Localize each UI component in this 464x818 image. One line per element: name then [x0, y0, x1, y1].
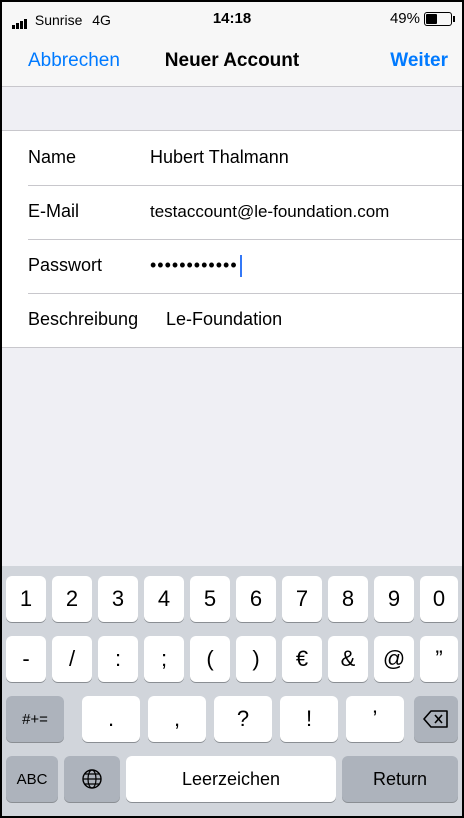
- phone-screen: Sunrise 4G 14:18 49% Abbrechen Neuer Acc…: [0, 0, 464, 818]
- return-key[interactable]: Return: [342, 756, 458, 802]
- key[interactable]: €: [282, 636, 322, 682]
- account-form: Name Hubert Thalmann E-Mail testaccount@…: [2, 130, 462, 348]
- key[interactable]: :: [98, 636, 138, 682]
- key[interactable]: /: [52, 636, 92, 682]
- key[interactable]: ?: [214, 696, 272, 742]
- battery-percent: 49%: [389, 10, 420, 27]
- space-key[interactable]: Leerzeichen: [126, 756, 336, 802]
- password-label: Passwort: [28, 255, 103, 275]
- key[interactable]: @: [374, 636, 414, 682]
- backspace-icon: [423, 710, 448, 728]
- key[interactable]: 8: [328, 576, 368, 622]
- next-button[interactable]: Weiter: [390, 50, 448, 72]
- key[interactable]: 4: [144, 576, 184, 622]
- key[interactable]: 2: [52, 576, 92, 622]
- key[interactable]: !: [280, 696, 338, 742]
- name-row[interactable]: Name Hubert Thalmann: [2, 131, 462, 185]
- key[interactable]: ): [236, 636, 276, 682]
- cancel-button[interactable]: Abbrechen: [28, 50, 120, 72]
- description-field[interactable]: Le-Foundation: [166, 309, 282, 330]
- key[interactable]: &: [328, 636, 368, 682]
- email-row[interactable]: E-Mail testaccount@le-foundation.com: [2, 185, 462, 239]
- key[interactable]: .: [82, 696, 140, 742]
- key[interactable]: 0: [420, 576, 458, 622]
- battery-icon: [424, 11, 455, 26]
- status-bar: Sunrise 4G 14:18 49%: [2, 2, 462, 38]
- text-cursor: [239, 255, 242, 278]
- name-field[interactable]: Hubert Thalmann: [150, 147, 289, 168]
- globe-key[interactable]: [64, 756, 120, 802]
- battery-fill: [426, 13, 437, 24]
- key[interactable]: 7: [282, 576, 322, 622]
- key[interactable]: ;: [144, 636, 184, 682]
- key[interactable]: 5: [190, 576, 230, 622]
- key[interactable]: -: [6, 636, 46, 682]
- globe-icon: [82, 769, 102, 789]
- password-row[interactable]: Passwort ••••••••••••: [2, 239, 462, 293]
- email-label: E-Mail: [28, 201, 80, 221]
- name-label: Name: [28, 147, 77, 167]
- description-row[interactable]: Beschreibung Le-Foundation: [2, 293, 462, 347]
- battery-info: 49%: [389, 10, 455, 27]
- description-label: Beschreibung: [28, 309, 139, 329]
- abc-key[interactable]: ABC: [6, 756, 58, 802]
- key[interactable]: ,: [148, 696, 206, 742]
- backspace-key[interactable]: [414, 696, 458, 742]
- password-dots: ••••••••••••: [150, 255, 238, 275]
- key[interactable]: 9: [374, 576, 414, 622]
- symbols-shift-key[interactable]: #+=: [6, 696, 64, 742]
- key[interactable]: 3: [98, 576, 138, 622]
- email-field[interactable]: testaccount@le-foundation.com: [150, 202, 389, 222]
- key[interactable]: ’: [346, 696, 404, 742]
- password-field[interactable]: ••••••••••••: [150, 255, 242, 278]
- navigation-bar: Abbrechen Neuer Account Weiter: [2, 38, 462, 87]
- keyboard: 1 2 3 4 5 6 7 8 9 0 - / : ; ( ) € & @ ” …: [2, 566, 462, 816]
- key[interactable]: 1: [6, 576, 46, 622]
- key[interactable]: (: [190, 636, 230, 682]
- key[interactable]: 6: [236, 576, 276, 622]
- key[interactable]: ”: [420, 636, 458, 682]
